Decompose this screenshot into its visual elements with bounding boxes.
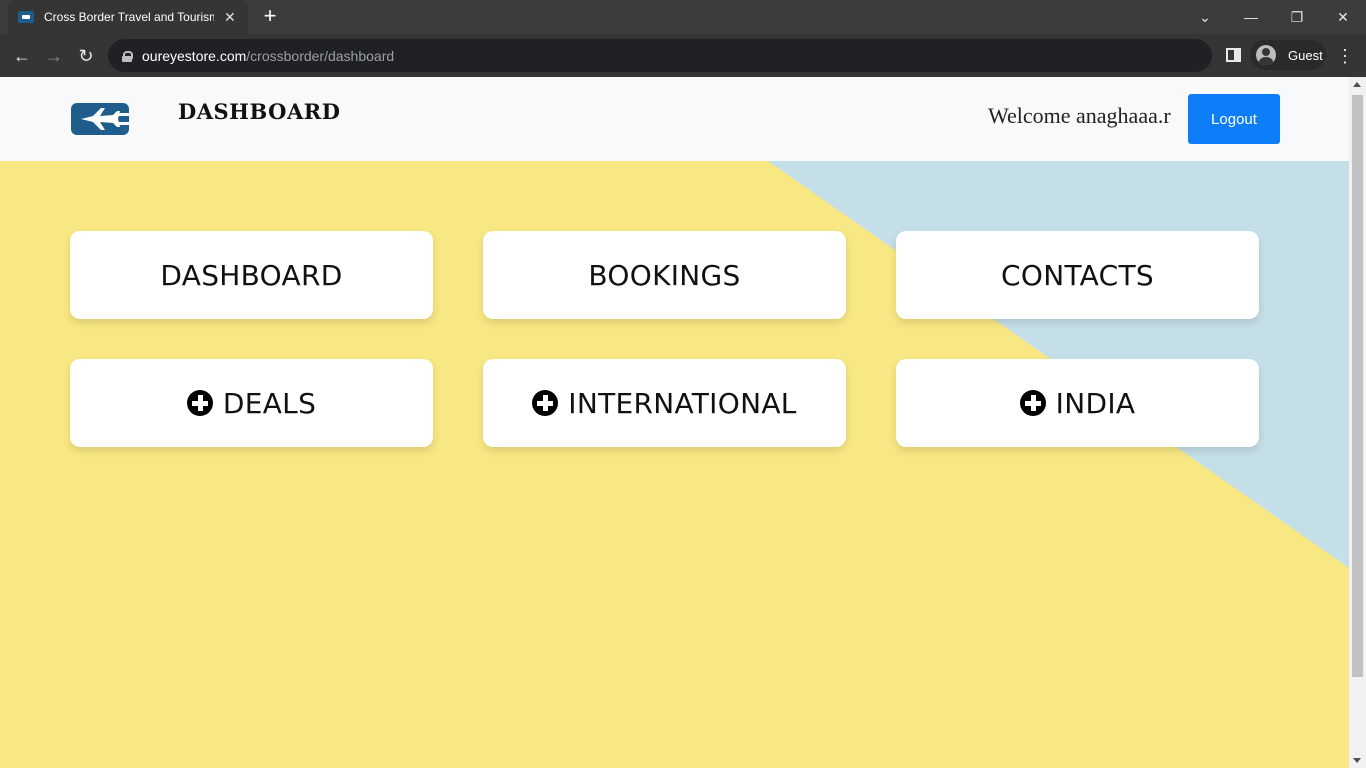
card-deals[interactable]: DEALS (70, 359, 433, 447)
plus-circle-icon (186, 390, 213, 416)
browser-tab-bar: Cross Border Travel and Tourism ✕ + ⌄ — … (0, 0, 1366, 34)
card-contacts[interactable]: CONTACTS (896, 231, 1259, 319)
page-header: DASHBOARD Welcome anaghaaa.r Logout (0, 77, 1349, 161)
tab-title: Cross Border Travel and Tourism (44, 10, 214, 24)
tab-search-icon[interactable]: ⌄ (1182, 0, 1228, 34)
card-label: BOOKINGS (588, 258, 741, 292)
scroll-up-arrow-icon[interactable] (1353, 82, 1361, 87)
card-label: DEALS (222, 386, 317, 420)
card-label: INDIA (1055, 386, 1136, 420)
logout-button[interactable]: Logout (1188, 94, 1280, 144)
card-label: INTERNATIONAL (568, 386, 797, 420)
lock-icon[interactable] (122, 50, 133, 62)
url-host: oureyestore.com (142, 47, 247, 64)
reload-button[interactable]: ↻ (72, 42, 100, 70)
scroll-down-arrow-icon[interactable] (1353, 758, 1361, 763)
tab-close-icon[interactable]: ✕ (224, 9, 236, 26)
restore-button[interactable]: ❐ (1274, 0, 1320, 34)
card-bookings[interactable]: BOOKINGS (483, 231, 846, 319)
url-path: /crossborder/dashboard (246, 47, 395, 64)
back-button[interactable]: ← (8, 42, 36, 70)
profile-label: Guest (1288, 47, 1323, 63)
card-india[interactable]: INDIA (896, 359, 1259, 447)
page-title: DASHBOARD (178, 99, 341, 124)
scroll-thumb[interactable] (1352, 95, 1363, 677)
side-panel-icon[interactable] (1226, 48, 1241, 62)
browser-toolbar: ← → ↻ oureyestore.com /crossborder/dashb… (0, 34, 1366, 77)
plus-circle-icon (1019, 390, 1046, 416)
forward-button[interactable]: → (40, 42, 68, 70)
card-dashboard[interactable]: DASHBOARD (70, 231, 433, 319)
card-international[interactable]: INTERNATIONAL (483, 359, 846, 447)
plus-circle-icon (532, 390, 559, 416)
new-tab-button[interactable]: + (258, 4, 282, 28)
profile-button[interactable]: Guest (1250, 40, 1326, 70)
page-scrollbar[interactable] (1349, 77, 1366, 768)
address-bar[interactable]: oureyestore.com /crossborder/dashboard (108, 39, 1212, 72)
favicon-icon (18, 11, 34, 23)
card-label: DASHBOARD (160, 258, 343, 292)
page-viewport: DASHBOARD Welcome anaghaaa.r Logout DASH… (0, 77, 1349, 768)
airplane-logo-icon[interactable] (71, 103, 129, 135)
browser-tab[interactable]: Cross Border Travel and Tourism ✕ (8, 0, 248, 34)
avatar (1256, 45, 1276, 65)
browser-menu-icon[interactable]: ⋮ (1336, 46, 1354, 66)
welcome-text: Welcome anaghaaa.r (988, 103, 1171, 128)
card-label: CONTACTS (1001, 258, 1154, 292)
minimize-button[interactable]: — (1228, 0, 1274, 34)
close-window-button[interactable]: ✕ (1320, 0, 1366, 34)
